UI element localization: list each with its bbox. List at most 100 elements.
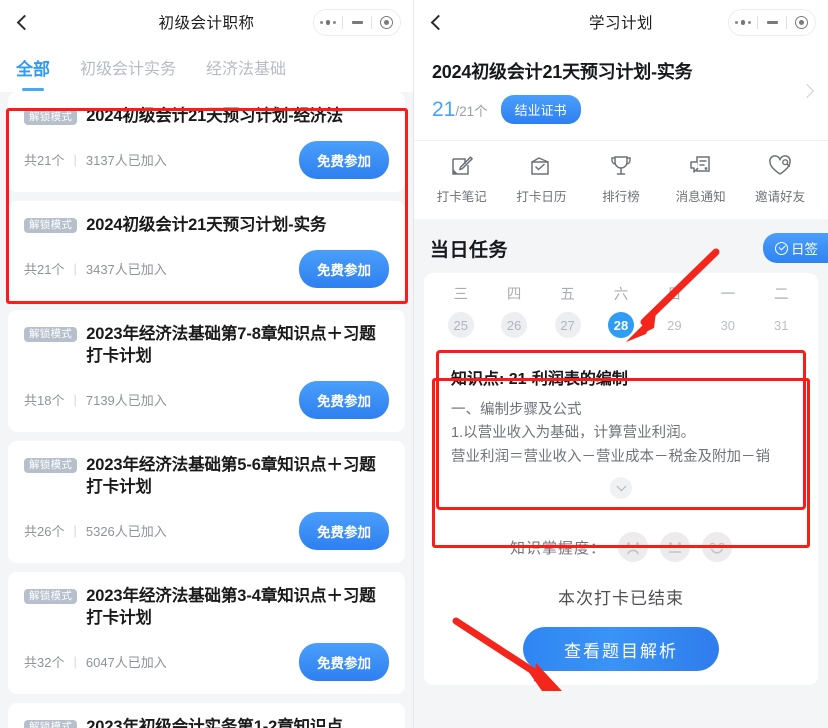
quick-actions-row: 打卡笔记 打卡日历 排行榜 消息通知 邀请好友 (414, 140, 828, 219)
back-button-left[interactable] (0, 0, 44, 44)
face-sad-icon[interactable] (618, 532, 648, 563)
plan-meta: 共18个 | 7139人已加入 (24, 390, 167, 409)
calendar-dow: 一 (720, 287, 736, 303)
calendar-day-30[interactable]: 一 30 (701, 283, 754, 338)
calendar-dow: 五 (560, 287, 575, 303)
plan-foot: 共32个 | 6047人已加入 免费参加 (24, 642, 389, 681)
plan-foot: 共21个 | 3437人已加入 免费参加 (24, 249, 389, 288)
plan-card[interactable]: 解锁模式 2023年经济法基础第5-6章知识点＋习题打卡计划 共26个 | 53… (8, 440, 405, 563)
daysign-button[interactable]: 日签 (763, 233, 828, 263)
plan-card[interactable]: 解锁模式 2023年初级会计实务第1-2章知识点 (8, 702, 405, 728)
plan-joined: 3437人已加入 (85, 262, 167, 278)
tab-economic-law[interactable]: 经济法基础 (206, 55, 286, 81)
more-options-button-left[interactable] (314, 20, 342, 25)
calendar-day-31[interactable]: 二 31 (755, 283, 808, 338)
join-free-button[interactable]: 免费参加 (299, 511, 389, 550)
calendar-day-25[interactable]: 三 25 (434, 283, 487, 338)
back-button-right[interactable] (414, 0, 458, 44)
face-neutral-icon[interactable] (660, 532, 690, 563)
plan-count: 共32个 (24, 655, 65, 670)
progress-done: 21 (432, 97, 456, 121)
meta-separator: | (73, 152, 77, 168)
plan-head: 解锁模式 2023年经济法基础第7-8章知识点＋习题打卡计划 (24, 324, 389, 368)
close-target-icon (379, 16, 393, 29)
hero-plan-title: 2024初级会计21天预习计划-实务 (432, 62, 693, 82)
quick-action-label: 邀请好友 (755, 190, 806, 204)
quick-action-calendar[interactable]: 打卡日历 (502, 153, 582, 205)
tab-practice[interactable]: 初级会计实务 (80, 55, 176, 81)
daily-task-title: 当日任务 (430, 239, 509, 261)
plan-head: 解锁模式 2023年初级会计实务第1-2章知识点 (24, 717, 389, 728)
calendar-day-29[interactable]: 日 29 (648, 283, 701, 338)
chevron-left-icon (16, 14, 32, 30)
join-free-button[interactable]: 免费参加 (299, 380, 389, 419)
join-free-button[interactable]: 免费参加 (299, 249, 389, 288)
minimize-button-left[interactable] (343, 21, 371, 24)
expand-button[interactable] (610, 477, 632, 500)
daily-task-card: 三 25 四 26 五 27 六 28 日 29 一 30 二 31 知识点: … (424, 273, 818, 686)
quick-action-label: 排行榜 (602, 190, 640, 204)
view-question-analysis-button[interactable]: 查看题目解析 (523, 627, 719, 672)
calendar-day-28[interactable]: 六 28 (594, 283, 647, 338)
plan-head: 解锁模式 2023年经济法基础第5-6章知识点＋习题打卡计划 (24, 455, 389, 499)
meta-separator: | (73, 392, 77, 408)
plan-joined: 3137人已加入 (85, 153, 167, 169)
plan-hero[interactable]: 2024初级会计21天预习计划-实务 21/21个 结业证书 (414, 44, 828, 140)
plan-card[interactable]: 解锁模式 2023年经济法基础第7-8章知识点＋习题打卡计划 共18个 | 71… (8, 309, 405, 432)
calendar-day-27[interactable]: 五 27 (541, 283, 594, 338)
progress-total: /21个 (455, 103, 488, 119)
daily-task-header: 当日任务 日签 (414, 219, 828, 273)
plan-title: 2023年经济法基础第7-8章知识点＋习题打卡计划 (86, 324, 376, 365)
minimize-button-right[interactable] (758, 21, 786, 24)
close-target-icon (794, 16, 808, 29)
window-controls-left (313, 9, 401, 36)
close-button-right[interactable] (787, 16, 815, 29)
left-panel-plan-list: 初级会计职称 全部 初级会计实务 经济法基础 解锁模式 2024初级会计21天预… (0, 0, 414, 728)
note-edit-icon (452, 156, 473, 175)
plan-joined: 7139人已加入 (85, 393, 167, 409)
plan-head: 解锁模式 2024初级会计21天预习计划-经济法 (24, 106, 389, 128)
unlock-mode-tag: 解锁模式 (24, 217, 78, 234)
daysign-label: 日签 (791, 242, 818, 257)
calendar-dow: 日 (667, 287, 682, 303)
plan-card[interactable]: 解锁模式 2023年经济法基础第3-4章知识点＋习题打卡计划 共32个 | 60… (8, 571, 405, 694)
checkin-end-note: 本次打卡已结束 (558, 589, 684, 609)
close-button-left[interactable] (372, 16, 400, 29)
calendar-date: 30 (720, 317, 736, 333)
calendar-dow: 三 (453, 287, 468, 303)
right-panel-study-plan: 学习计划 2024初级会计21天预习计划-实务 21/21个 结业证书 打卡笔记… (414, 0, 828, 728)
unlock-mode-tag: 解锁模式 (24, 457, 78, 474)
join-free-button[interactable]: 免费参加 (299, 140, 389, 179)
plan-card[interactable]: 解锁模式 2024初级会计21天预习计划-经济法 共21个 | 3137人已加入… (8, 92, 405, 192)
check-circle-icon (775, 241, 788, 255)
plan-list[interactable]: 解锁模式 2024初级会计21天预习计划-经济法 共21个 | 3137人已加入… (0, 92, 413, 728)
tab-all[interactable]: 全部 (16, 55, 50, 82)
heart-invite-icon (769, 155, 792, 175)
right-content-scroll[interactable]: 2024初级会计21天预习计划-实务 21/21个 结业证书 打卡笔记 打卡日历… (414, 44, 828, 728)
chevron-left-icon (430, 14, 446, 30)
plan-meta: 共26个 | 5326人已加入 (24, 521, 167, 540)
unlock-mode-tag: 解锁模式 (24, 109, 78, 125)
meta-separator: | (73, 654, 77, 669)
quick-action-messages[interactable]: 消息通知 (661, 153, 741, 205)
quick-action-invite[interactable]: 邀请好友 (740, 153, 820, 205)
left-titlebar: 初级会计职称 (0, 0, 413, 44)
trophy-icon (611, 156, 631, 175)
quick-action-label: 打卡日历 (516, 190, 567, 204)
calendar-strip: 三 25 四 26 五 27 六 28 日 29 一 30 二 31 (434, 283, 808, 338)
meta-separator: | (73, 523, 77, 539)
certificate-badge[interactable]: 结业证书 (500, 95, 581, 124)
category-tabs: 全部 初级会计实务 经济法基础 (0, 44, 413, 92)
quick-action-notes[interactable]: 打卡笔记 (422, 153, 502, 205)
quick-action-ranking[interactable]: 排行榜 (581, 153, 661, 205)
calendar-date-selected: 28 (607, 312, 634, 338)
plan-card[interactable]: 解锁模式 2024初级会计21天预习计划-实务 共21个 | 3437人已加入 … (8, 200, 405, 301)
more-options-button-right[interactable] (729, 20, 757, 25)
window-controls-right (728, 9, 816, 36)
join-free-button[interactable]: 免费参加 (299, 642, 389, 681)
calendar-day-26[interactable]: 四 26 (487, 283, 540, 338)
mastery-label: 知识掌握度： (509, 539, 606, 557)
plan-joined: 6047人已加入 (85, 655, 167, 670)
calendar-date: 27 (554, 312, 581, 338)
face-happy-icon[interactable] (702, 532, 732, 563)
